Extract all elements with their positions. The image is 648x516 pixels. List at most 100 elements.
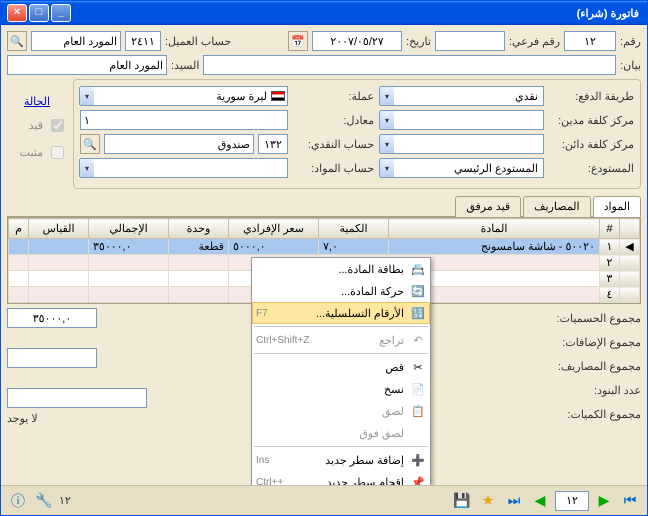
store-value: المستودع الرئيسي: [383, 162, 541, 175]
cash-search-button[interactable]: 🔍: [80, 134, 100, 154]
matacct-label: حساب المواد:: [292, 162, 374, 175]
store-select[interactable]: المستودع الرئيسي: [380, 158, 544, 178]
calendar-button[interactable]: 📅: [288, 31, 308, 51]
state-header[interactable]: الحالة: [7, 95, 67, 108]
mi-copy[interactable]: 📄نسخ: [252, 378, 430, 400]
cell-unit-price[interactable]: ٥٠٠٠,٠: [229, 239, 319, 255]
pay-label: طريقة الدفع:: [548, 90, 634, 103]
col-meas[interactable]: القياس: [29, 219, 89, 239]
cash-code-input[interactable]: [258, 134, 288, 154]
tool-button[interactable]: 🔧: [33, 490, 55, 512]
chevron-down-icon[interactable]: [79, 87, 94, 105]
net-input[interactable]: [7, 308, 97, 328]
number-input[interactable]: [564, 31, 616, 51]
mi-paste: 📋لصق: [252, 400, 430, 422]
mi-material-movement[interactable]: 🔄حركة المادة...: [252, 280, 430, 302]
shortcut: F7: [256, 308, 268, 319]
note-label: بيان:: [620, 59, 641, 72]
sub-label: رقم فرعي:: [509, 35, 560, 48]
mi-undo: ↶تراجعCtrl+Shift+Z: [252, 329, 430, 351]
undo-icon: ↶: [410, 332, 426, 348]
account-name-input[interactable]: [31, 31, 121, 51]
cell-material[interactable]: ٥٠٠٢٠ - شاشة سامسونج: [389, 239, 600, 255]
col-unit-price[interactable]: سعر الإفرادي: [229, 219, 319, 239]
account-label: حساب العميل:: [165, 35, 231, 48]
col-total[interactable]: الإجمالي: [89, 219, 169, 239]
context-menu[interactable]: 📇بطاقة المادة... 🔄حركة المادة... 🔢الأرقا…: [251, 257, 431, 485]
mi-serials[interactable]: 🔢الأرقام التسلسلية...F7: [252, 302, 430, 324]
date-input[interactable]: [312, 31, 402, 51]
rep-input[interactable]: [7, 388, 147, 408]
currency-select[interactable]: ليرة سورية: [80, 86, 288, 106]
movement-icon: 🔄: [410, 283, 426, 299]
cell-total[interactable]: ٣٥٠٠٠,٠: [89, 239, 169, 255]
star-button[interactable]: ★: [477, 490, 499, 512]
tab-attached[interactable]: قيد مرفق: [455, 196, 521, 217]
rate-input[interactable]: [80, 110, 288, 130]
account-code-input[interactable]: [125, 31, 161, 51]
paste-icon: 📋: [410, 403, 426, 419]
credit-select[interactable]: [380, 134, 544, 154]
account-search-button[interactable]: 🔍: [7, 31, 27, 51]
rate-label: معادل:: [292, 114, 374, 127]
tab-expenses[interactable]: المصاريف: [523, 196, 590, 217]
separator: [254, 446, 428, 447]
pay-select[interactable]: نقدي: [380, 86, 544, 106]
note-input[interactable]: [203, 55, 616, 75]
info-button[interactable]: ⓘ: [7, 490, 29, 512]
store-label: المستودع:: [548, 162, 634, 175]
nav-first-button[interactable]: ⏭: [503, 490, 525, 512]
tab-materials[interactable]: المواد: [593, 196, 641, 217]
chevron-down-icon[interactable]: [379, 159, 394, 177]
mr-input[interactable]: [7, 55, 167, 75]
mi-insert-row[interactable]: 📌إقحام سطر جديدCtrl++: [252, 471, 430, 485]
mi-material-card[interactable]: 📇بطاقة المادة...: [252, 258, 430, 280]
chevron-down-icon[interactable]: [79, 159, 94, 177]
sub-input[interactable]: [435, 31, 505, 51]
cash-label: حساب النقدي:: [292, 138, 374, 151]
separator: [254, 326, 428, 327]
nav-last-button[interactable]: ⏮: [619, 490, 641, 512]
col-unit[interactable]: وحدة: [169, 219, 229, 239]
muthbat-checkbox[interactable]: مثبت: [7, 143, 67, 162]
serial-icon: 🔢: [410, 305, 426, 321]
qaid-checkbox[interactable]: قيد: [7, 116, 67, 135]
window-title: فاتورة (شراء): [71, 7, 643, 20]
mi-cut[interactable]: ✂قص: [252, 356, 430, 378]
qty-label: مجموع الكميات:: [567, 408, 641, 421]
col-material[interactable]: المادة: [389, 219, 600, 239]
nav-prev-button[interactable]: ◀: [529, 490, 551, 512]
insert-row-icon: 📌: [410, 474, 426, 485]
mi-add-row[interactable]: ➕إضافة سطر جديدIns: [252, 449, 430, 471]
save-button[interactable]: 💾: [451, 490, 473, 512]
maximize-button[interactable]: □: [29, 4, 49, 22]
titlebar[interactable]: فاتورة (شراء) _ □ ×: [1, 1, 647, 25]
footer-bar: ⏮ ▶ ◀ ⏭ ★ 💾 ١٢ 🔧 ⓘ: [1, 485, 647, 515]
cell-qty[interactable]: ٧,٠: [319, 239, 389, 255]
col-m[interactable]: م: [9, 219, 29, 239]
nav-next-button[interactable]: ▶: [593, 490, 615, 512]
invoice-window: فاتورة (شراء) _ □ × رقم: رقم فرعي: تاريخ…: [0, 0, 648, 516]
col-num[interactable]: #: [600, 219, 620, 239]
table-row[interactable]: ◀ ١ ٥٠٠٢٠ - شاشة سامسونج ٧,٠ ٥٠٠٠,٠ قطعة…: [9, 239, 640, 255]
chevron-down-icon[interactable]: [379, 87, 394, 105]
minimize-button[interactable]: _: [51, 4, 71, 22]
cash-name-input[interactable]: [104, 134, 254, 154]
tabs: المواد المصاريف قيد مرفق: [7, 195, 641, 217]
chevron-down-icon[interactable]: [379, 135, 394, 153]
col-qty[interactable]: الكمية: [319, 219, 389, 239]
mi-paste-above: لصق فوق: [252, 422, 430, 444]
matacct-select[interactable]: [80, 158, 288, 178]
cell-meas[interactable]: [29, 239, 89, 255]
payment-input[interactable]: [7, 348, 97, 368]
qaid-label: قيد: [29, 119, 43, 132]
origin-value: لا يوجد: [7, 412, 38, 425]
col-marker[interactable]: [620, 219, 640, 239]
page-input[interactable]: [555, 491, 589, 511]
debit-select[interactable]: [380, 110, 544, 130]
cut-icon: ✂: [410, 359, 426, 375]
close-button[interactable]: ×: [7, 4, 27, 22]
cell-unit[interactable]: قطعة: [169, 239, 229, 255]
chevron-down-icon[interactable]: [379, 111, 394, 129]
mr-label: السيد:: [171, 59, 199, 72]
